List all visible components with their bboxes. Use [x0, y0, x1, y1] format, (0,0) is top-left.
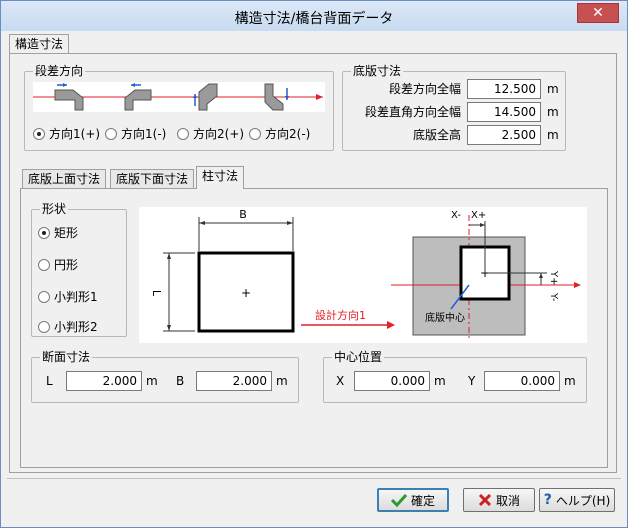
- radio-direction1-minus-indicator[interactable]: [105, 127, 117, 140]
- radio-direction1-minus-label: 方向1(-): [121, 127, 167, 141]
- shape-title: 形状: [40, 202, 69, 216]
- slab-perp-width-input[interactable]: 14.500: [467, 102, 541, 122]
- slab-center-label: 底版中心: [425, 311, 465, 324]
- radio-shape-circle-label: 円形: [54, 258, 79, 272]
- section-l-label: L: [46, 374, 53, 388]
- radio-shape-oval2-label: 小判形2: [54, 320, 98, 334]
- center-y-input[interactable]: 0.000: [484, 371, 560, 391]
- section-dims-title: 断面寸法: [40, 350, 93, 364]
- tab-structure-dims[interactable]: 構造寸法: [9, 34, 70, 54]
- center-y-label: Y: [468, 374, 476, 388]
- tab-column-dims[interactable]: 柱寸法: [196, 166, 245, 189]
- center-x-unit: m: [434, 374, 446, 388]
- radio-shape-oval2-indicator[interactable]: [38, 320, 50, 333]
- radio-shape-circle-indicator[interactable]: [38, 258, 50, 271]
- radio-shape-rect-label: 矩形: [54, 226, 79, 240]
- radio-shape-rect[interactable]: 矩形: [38, 224, 78, 241]
- step-direction-group: 段差方向 方向1(+) 方向1(-) 方向2(+) 方向2(-): [24, 64, 334, 151]
- radio-shape-circle[interactable]: 円形: [38, 256, 78, 273]
- help-button-label: ヘルプ(H): [555, 493, 611, 508]
- cancel-button-label: 取消: [495, 493, 520, 508]
- tab-column-dims-label: 柱寸法: [202, 169, 239, 183]
- slab-height-unit: m: [547, 128, 559, 142]
- cross-icon: [478, 493, 492, 507]
- shape-group: 形状 矩形 円形 小判形1 小判形2: [31, 202, 127, 337]
- step-direction-diagram: [33, 82, 325, 112]
- radio-direction1-plus-indicator[interactable]: [33, 127, 45, 140]
- center-x-label: X: [336, 374, 345, 388]
- slab-dims-group: 底版寸法 段差方向全幅 12.500 m 段差直角方向全幅 14.500 m 底…: [342, 64, 566, 151]
- x-plus-label: X+: [471, 210, 486, 221]
- radio-direction2-minus-label: 方向2(-): [265, 127, 311, 141]
- section-l-unit: m: [146, 374, 158, 388]
- sub-tab-panel: 形状 矩形 円形 小判形1 小判形2 B L + 設計方向1 + X- X+ Y…: [20, 188, 608, 468]
- help-icon: ?: [543, 492, 552, 508]
- step-direction-title: 段差方向: [33, 64, 86, 78]
- section-b-input[interactable]: 2.000: [196, 371, 272, 391]
- radio-shape-oval1[interactable]: 小判形1: [38, 288, 98, 305]
- center-y-unit: m: [564, 374, 576, 388]
- section-b-unit: m: [276, 374, 288, 388]
- y-minus-label: Y-: [548, 292, 559, 302]
- center-position-title: 中心位置: [332, 350, 385, 364]
- column-dims-diagram: B L + 設計方向1 + X- X+ Y+ Y- 底版中心: [139, 207, 587, 343]
- radio-shape-oval1-indicator[interactable]: [38, 290, 50, 303]
- help-button[interactable]: ? ヘルプ(H): [539, 488, 615, 512]
- radio-direction1-plus-label: 方向1(+): [49, 127, 101, 141]
- dialog-window: 構造寸法/橋台背面データ ✕ 構造寸法 段差方向 方向1(+) 方向1(-) 方…: [0, 0, 628, 528]
- slab-perp-width-label: 段差直角方向全幅: [364, 105, 461, 119]
- radio-direction2-plus[interactable]: 方向2(+): [177, 125, 244, 142]
- dim-l-label: L: [150, 290, 163, 297]
- tab-structure-dims-label: 構造寸法: [15, 37, 64, 51]
- section-b-label: B: [176, 374, 185, 388]
- center-position-group: 中心位置 X 0.000 m Y 0.000 m: [323, 350, 587, 403]
- slab-width-unit: m: [547, 82, 559, 96]
- footer-separator: [7, 478, 621, 479]
- section-l-input[interactable]: 2.000: [66, 371, 142, 391]
- center-x-input[interactable]: 0.000: [354, 371, 430, 391]
- tab-slab-bottom[interactable]: 底版下面寸法: [110, 169, 195, 189]
- slab-width-input[interactable]: 12.500: [467, 79, 541, 99]
- ok-button-label: 確定: [410, 493, 435, 508]
- radio-direction2-plus-indicator[interactable]: [177, 127, 189, 140]
- close-icon: ✕: [592, 5, 604, 21]
- slab-dims-title: 底版寸法: [351, 64, 404, 78]
- radio-direction1-plus[interactable]: 方向1(+): [33, 125, 100, 142]
- design-direction-label: 設計方向1: [315, 308, 366, 322]
- dim-b-label: B: [239, 208, 247, 221]
- main-tab-panel: 段差方向 方向1(+) 方向1(-) 方向2(+) 方向2(-) 底版寸法 段差…: [9, 53, 617, 473]
- client-area: 構造寸法 段差方向 方向1(+) 方向1(-) 方向2(+) 方向2(-) 底版…: [7, 32, 621, 522]
- radio-direction2-plus-label: 方向2(+): [193, 127, 245, 141]
- radio-shape-oval1-label: 小判形1: [54, 290, 98, 304]
- radio-shape-oval2[interactable]: 小判形2: [38, 318, 98, 335]
- rect-plus: +: [241, 286, 251, 300]
- slab-height-input[interactable]: 2.500: [467, 125, 541, 145]
- slab-width-label: 段差方向全幅: [388, 82, 461, 96]
- y-plus-label: Y+: [548, 270, 559, 286]
- title-bar: 構造寸法/橋台背面データ ✕: [1, 1, 627, 31]
- close-button[interactable]: ✕: [577, 3, 619, 23]
- window-title: 構造寸法/橋台背面データ: [234, 11, 394, 27]
- x-minus-label: X-: [451, 210, 461, 221]
- radio-direction2-minus-indicator[interactable]: [249, 127, 261, 140]
- tab-slab-top-label: 底版上面寸法: [28, 172, 101, 186]
- slab-height-label: 底版全高: [412, 128, 461, 142]
- section-dims-group: 断面寸法 L 2.000 m B 2.000 m: [31, 350, 299, 403]
- tab-slab-top[interactable]: 底版上面寸法: [22, 169, 107, 189]
- slab-perp-width-unit: m: [547, 105, 559, 119]
- ok-button[interactable]: 確定: [377, 488, 449, 512]
- tab-slab-bottom-label: 底版下面寸法: [116, 172, 189, 186]
- radio-direction1-minus[interactable]: 方向1(-): [105, 125, 166, 142]
- radio-shape-rect-indicator[interactable]: [38, 226, 50, 239]
- check-icon: [390, 493, 407, 507]
- cancel-button[interactable]: 取消: [463, 488, 535, 512]
- radio-direction2-minus[interactable]: 方向2(-): [249, 125, 310, 142]
